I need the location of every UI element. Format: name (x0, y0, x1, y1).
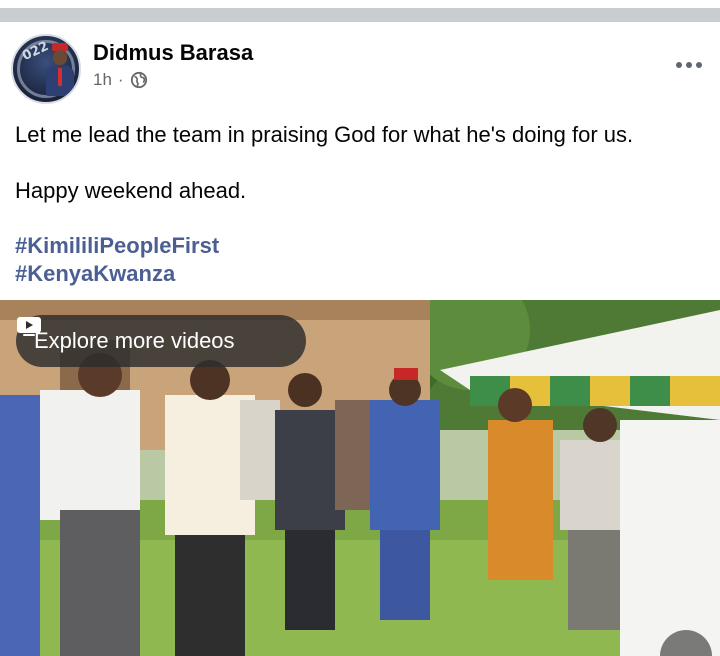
globe-icon (130, 71, 147, 89)
hashtag-link[interactable]: #KenyaKwanza (15, 260, 175, 288)
post-meta: 1h · (93, 70, 148, 90)
hashtag-link[interactable]: #KimililiPeopleFirst (15, 232, 219, 260)
feed-divider (0, 0, 720, 24)
more-dot (676, 62, 682, 68)
post-body-line: Let me lead the team in praising God for… (15, 122, 634, 147)
more-options-icon[interactable] (676, 60, 706, 70)
feed-divider-band (0, 8, 720, 22)
video-player[interactable]: Explore more videos (0, 300, 720, 656)
video-play-icon (17, 317, 41, 336)
author-name[interactable]: Didmus Barasa (93, 40, 253, 66)
post-body-line: Happy weekend ahead. (15, 178, 247, 203)
more-dot (696, 62, 702, 68)
meta-separator: · (117, 70, 124, 89)
avatar-face (53, 50, 67, 65)
avatar-tie (58, 68, 62, 86)
explore-more-videos-button[interactable]: Explore more videos (16, 315, 306, 367)
explore-more-videos-label: Explore more videos (34, 328, 235, 353)
more-dot (686, 62, 692, 68)
post-time[interactable]: 1h (93, 70, 112, 90)
post-header: 022 Didmus Barasa 1h · (0, 24, 720, 114)
author-avatar[interactable]: 022 (11, 34, 81, 104)
